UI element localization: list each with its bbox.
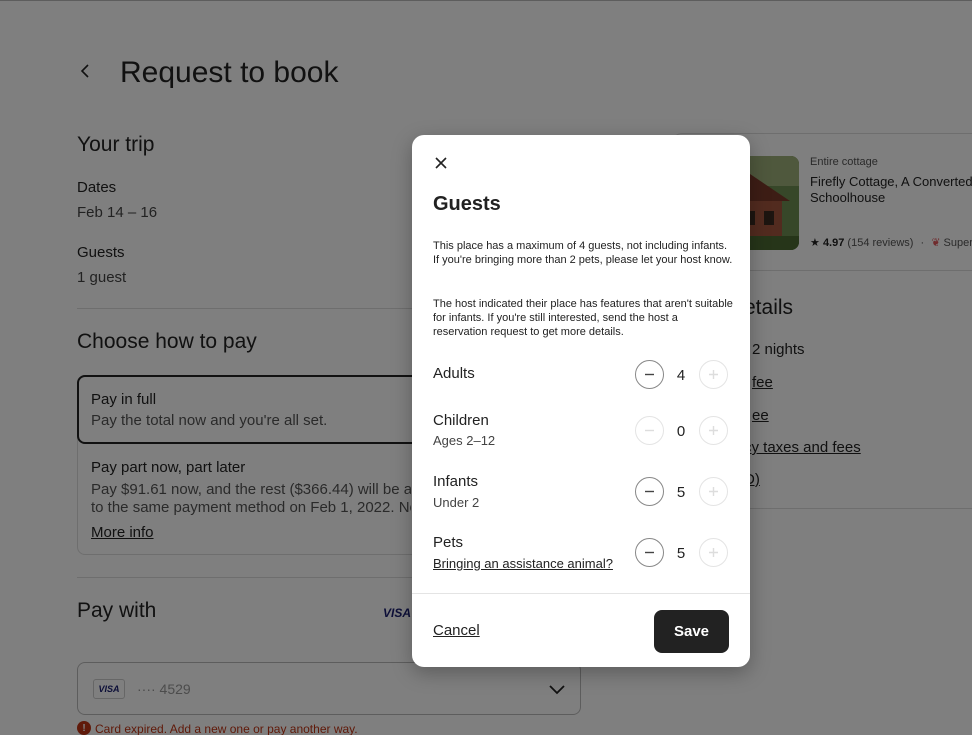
guests-modal: Guests This place has a maximum of 4 gue… xyxy=(412,135,750,667)
close-icon xyxy=(435,157,447,169)
adults-decrease-button[interactable] xyxy=(635,360,664,389)
plus-icon xyxy=(709,426,718,435)
infants-count: 5 xyxy=(676,484,686,501)
assistance-animal-link[interactable]: Bringing an assistance animal? xyxy=(433,556,613,571)
modal-title: Guests xyxy=(433,193,501,215)
save-button[interactable]: Save xyxy=(654,610,729,653)
children-count: 0 xyxy=(676,423,686,440)
plus-icon xyxy=(709,487,718,496)
cancel-button[interactable]: Cancel xyxy=(433,622,480,639)
pets-decrease-button[interactable] xyxy=(635,538,664,567)
max-guests-note: This place has a maximum of 4 guests, no… xyxy=(433,240,733,266)
pets-increase-button[interactable] xyxy=(699,538,728,567)
adults-count: 4 xyxy=(676,367,686,384)
adults-increase-button[interactable] xyxy=(699,360,728,389)
minus-icon xyxy=(645,490,654,493)
infants-age: Under 2 xyxy=(433,495,480,510)
minus-icon xyxy=(645,429,654,432)
children-label: Children xyxy=(433,412,489,429)
modal-footer-divider xyxy=(412,593,750,594)
minus-icon xyxy=(645,551,654,554)
children-decrease-button[interactable] xyxy=(635,416,664,445)
pets-label: Pets xyxy=(433,534,464,551)
minus-icon xyxy=(645,373,654,376)
children-age: Ages 2–12 xyxy=(433,433,496,448)
infants-label: Infants xyxy=(433,473,479,490)
infants-note: The host indicated their place has featu… xyxy=(433,298,733,338)
plus-icon xyxy=(709,370,718,379)
adults-label: Adults xyxy=(433,365,475,382)
children-increase-button[interactable] xyxy=(699,416,728,445)
infants-decrease-button[interactable] xyxy=(635,477,664,506)
plus-icon xyxy=(709,548,718,557)
infants-increase-button[interactable] xyxy=(699,477,728,506)
close-button[interactable] xyxy=(430,152,452,174)
pets-count: 5 xyxy=(676,545,686,562)
